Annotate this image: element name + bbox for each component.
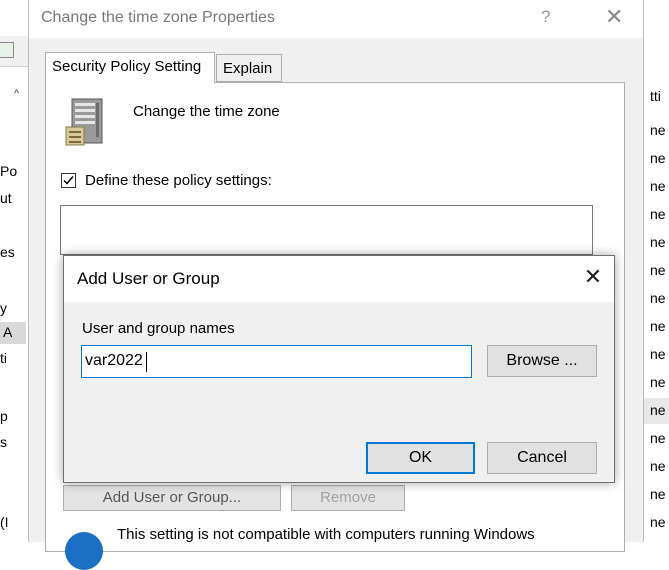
background-left-text: p bbox=[0, 408, 8, 424]
info-icon bbox=[65, 532, 103, 570]
toolbar-refresh-icon[interactable] bbox=[0, 42, 14, 58]
compatibility-note: This setting is not compatible with comp… bbox=[117, 526, 535, 543]
policy-name: Change the time zone bbox=[133, 103, 280, 120]
background-right-text: ne bbox=[650, 430, 666, 446]
add-user-or-group-dialog: Add User or Group ✕ User and group names… bbox=[63, 255, 615, 483]
add-user-or-group-button[interactable]: Add User or Group... bbox=[63, 485, 281, 511]
tab-label: Explain bbox=[223, 60, 273, 77]
background-right-text: ne bbox=[650, 178, 666, 194]
server-icon bbox=[65, 98, 103, 146]
background-right-pane: tti ne ne ne ne ne ne ne ne ne ne ne ne … bbox=[643, 0, 669, 542]
background-left-text: es bbox=[0, 244, 15, 260]
define-policy-checkbox[interactable] bbox=[61, 173, 76, 188]
ok-button[interactable]: OK bbox=[366, 442, 475, 474]
text-cursor bbox=[146, 352, 147, 372]
define-policy-label[interactable]: Define these policy settings: bbox=[85, 172, 272, 189]
background-right-text: ne bbox=[650, 458, 666, 474]
help-button[interactable]: ? bbox=[541, 7, 550, 27]
background-right-text: ne bbox=[650, 150, 666, 166]
checkmark-icon bbox=[63, 176, 74, 185]
dialog-title: Add User or Group bbox=[77, 269, 220, 288]
remove-button[interactable]: Remove bbox=[291, 485, 405, 511]
background-left-text: y bbox=[0, 300, 7, 316]
background-right-text: ne bbox=[650, 374, 666, 390]
background-right-text: ne bbox=[650, 346, 666, 362]
background-right-text: ne bbox=[650, 318, 666, 334]
properties-title: Change the time zone Properties bbox=[41, 9, 275, 26]
user-group-names-label: User and group names bbox=[82, 320, 235, 337]
tab-explain[interactable]: Explain bbox=[216, 54, 282, 82]
background-left-text: s bbox=[0, 434, 7, 450]
background-right-text: ne bbox=[650, 206, 666, 222]
background-right-text: ne bbox=[650, 122, 666, 138]
background-left-text: (I bbox=[0, 514, 9, 530]
background-left-text: Po bbox=[0, 163, 18, 179]
properties-close-button[interactable]: ✕ bbox=[605, 4, 623, 30]
browse-button[interactable]: Browse ... bbox=[487, 345, 597, 377]
dialog-close-button[interactable]: ✕ bbox=[580, 264, 606, 290]
background-right-text: tti bbox=[650, 88, 661, 104]
scroll-up-arrow-icon[interactable]: ^ bbox=[14, 88, 19, 100]
users-list-box[interactable] bbox=[60, 205, 593, 255]
background-left-text: A bbox=[3, 324, 13, 340]
background-right-text: ne bbox=[650, 402, 666, 418]
dialog-titlebar[interactable]: Add User or Group ✕ bbox=[64, 256, 614, 302]
background-left-text: ti bbox=[0, 350, 7, 366]
background-left-pane bbox=[0, 0, 29, 542]
user-group-names-input[interactable]: var2022 bbox=[81, 345, 472, 378]
background-right-text: ne bbox=[650, 486, 666, 502]
cancel-button[interactable]: Cancel bbox=[487, 442, 597, 474]
tab-label: Security Policy Setting bbox=[52, 58, 202, 75]
background-right-text: ne bbox=[650, 290, 666, 306]
properties-titlebar[interactable]: Change the time zone Properties ? ✕ bbox=[29, 0, 643, 38]
background-right-text: ne bbox=[650, 262, 666, 278]
background-right-text: ne bbox=[650, 514, 666, 530]
tab-security-policy-setting[interactable]: Security Policy Setting bbox=[45, 52, 215, 83]
background-right-text: ne bbox=[650, 234, 666, 250]
background-left-text: ut bbox=[0, 190, 12, 206]
